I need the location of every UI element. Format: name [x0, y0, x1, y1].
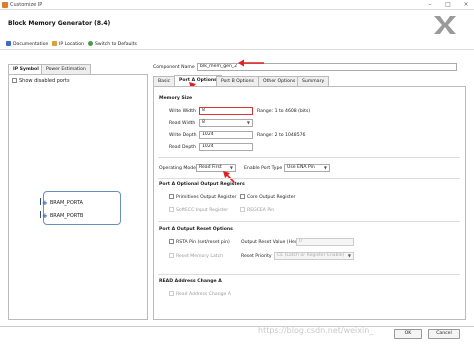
core-output-register-label: Core Output Register: [247, 195, 296, 200]
reset-memory-latch-label: Reset Memory Latch: [176, 254, 224, 259]
cancel-button[interactable]: Cancel: [428, 329, 460, 339]
write-depth-label: Write Depth: [169, 133, 197, 138]
primitives-output-register-checkbox[interactable]: [169, 194, 174, 199]
close-button[interactable]: ×: [458, 0, 474, 10]
annotation-arrow-component: [238, 59, 264, 67]
port-a-bar: [40, 198, 41, 205]
chevron-down-icon: ▼: [347, 253, 351, 258]
window-title: Customize IP: [10, 2, 43, 8]
ip-location-link[interactable]: IP Location: [52, 41, 84, 47]
write-depth-input[interactable]: 1024: [199, 131, 253, 139]
read-address-change-title: READ Address Change A: [159, 279, 222, 284]
write-width-label: Write Width: [169, 109, 196, 114]
softecc-input-register-checkbox[interactable]: [169, 207, 174, 212]
core-output-register-checkbox[interactable]: [240, 194, 245, 199]
enable-port-type-select[interactable]: Use ENA Pin ▼: [284, 164, 330, 172]
ip-location-label: IP Location: [59, 42, 85, 47]
chevron-down-icon: ▼: [323, 165, 327, 170]
write-depth-range: Range: 2 to 1048576: [257, 133, 306, 138]
core-output-register-option[interactable]: Core Output Register: [240, 194, 295, 200]
regcea-pin-label: REGCEA Pin: [247, 208, 275, 213]
reset-memory-latch-checkbox[interactable]: [169, 253, 174, 258]
component-name-label: Component Name: [153, 65, 195, 70]
footer-divider: [0, 326, 474, 327]
port-b-bar: [40, 211, 41, 218]
read-width-label: Read Width: [169, 121, 196, 126]
chevron-down-icon: ▼: [246, 120, 250, 125]
tab-power-estimation[interactable]: Power Estimation: [41, 64, 91, 74]
output-registers-title: Port A Optional Output Registers: [159, 182, 245, 187]
read-address-change-label: Read Address Change A: [176, 292, 231, 297]
documentation-label: Documentation: [13, 42, 49, 47]
show-disabled-ports-checkbox[interactable]: [12, 78, 17, 83]
expand-port-b-icon[interactable]: +: [42, 212, 48, 220]
ok-button[interactable]: OK: [394, 329, 422, 339]
divider: [158, 221, 460, 222]
tab-port-b-options[interactable]: Port B Options: [216, 76, 259, 86]
refresh-icon: [88, 41, 93, 46]
reset-priority-value: CE (Latch or Register Enable): [277, 253, 345, 258]
reset-memory-latch-option[interactable]: Reset Memory Latch: [169, 253, 223, 259]
reset-priority-label: Reset Priority: [241, 254, 272, 259]
title-bar: Customize IP – □ ×: [0, 0, 474, 10]
read-depth-label: Read Depth: [169, 145, 196, 150]
primitives-output-register-label: Primitives Output Register: [176, 195, 237, 200]
documentation-link[interactable]: Documentation: [6, 41, 48, 47]
operating-mode-value: Read First: [199, 165, 222, 170]
write-width-input[interactable]: 8: [199, 107, 253, 115]
folder-icon: [52, 41, 57, 46]
reset-options-title: Port A Output Reset Options: [159, 227, 233, 232]
tab-summary[interactable]: Summary: [297, 76, 330, 86]
read-address-change-option[interactable]: Read Address Change A: [169, 291, 231, 297]
write-width-range: Range: 1 to 4608 (bits): [257, 109, 311, 114]
divider: [158, 157, 460, 158]
rsta-pin-option[interactable]: RSTA Pin (set/reset pin): [169, 239, 230, 245]
output-reset-value-input[interactable]: 0: [296, 238, 354, 246]
primitives-output-register-option[interactable]: Primitives Output Register: [169, 194, 236, 200]
read-address-change-checkbox[interactable]: [169, 291, 174, 296]
regcea-pin-checkbox[interactable]: [240, 207, 245, 212]
expand-port-a-icon[interactable]: +: [42, 199, 48, 207]
read-width-value: 8: [202, 120, 205, 125]
tab-basic[interactable]: Basic: [153, 76, 176, 86]
rsta-pin-label: RSTA Pin (set/reset pin): [176, 240, 230, 245]
regcea-pin-option[interactable]: REGCEA Pin: [240, 207, 274, 213]
port-a-label: BRAM_PORTA: [49, 200, 83, 206]
minimize-button[interactable]: –: [422, 0, 438, 10]
maximize-button[interactable]: □: [440, 0, 456, 10]
switch-defaults-link[interactable]: Switch to Defaults: [88, 41, 137, 47]
divider: [158, 178, 460, 179]
port-b-label: BRAM_PORTB: [49, 213, 84, 219]
switch-defaults-label: Switch to Defaults: [95, 42, 137, 47]
rsta-pin-checkbox[interactable]: [169, 239, 174, 244]
softecc-input-register-option[interactable]: SoftECC Input Register: [169, 207, 228, 213]
divider: [158, 274, 460, 275]
read-width-select[interactable]: 8 ▼: [199, 119, 253, 127]
enable-port-type-value: Use ENA Pin: [287, 165, 315, 170]
ip-symbol-block: + BRAM_PORTA + BRAM_PORTB: [40, 191, 121, 225]
book-icon: [6, 41, 11, 46]
xilinx-logo: [434, 16, 456, 34]
port-b-row[interactable]: + BRAM_PORTB: [40, 211, 83, 220]
operating-mode-label: Operating Mode: [159, 166, 196, 171]
watermark: https://blog.csdn.net/weixin_: [258, 326, 374, 335]
ip-symbol-pane: Show disabled ports + BRAM_PORTA + BRAM_PO…: [8, 74, 148, 320]
enable-port-type-label: Enable Port Type: [244, 166, 283, 171]
read-depth-input[interactable]: 1024: [199, 143, 253, 151]
memory-size-title: Memory Size: [159, 96, 193, 101]
port-a-row[interactable]: + BRAM_PORTA: [40, 198, 83, 207]
app-icon: [2, 2, 8, 8]
output-reset-value-label: Output Reset Value (Hex): [241, 240, 300, 245]
softecc-input-register-label: SoftECC Input Register: [176, 208, 229, 213]
tab-other-options[interactable]: Other Options: [258, 76, 301, 86]
show-disabled-ports-label: Show disabled ports: [19, 78, 70, 84]
reset-priority-select[interactable]: CE (Latch or Register Enable) ▼: [274, 252, 354, 260]
show-disabled-ports-option[interactable]: Show disabled ports: [12, 78, 70, 84]
link-bar: Documentation IP Location Switch to Defa…: [0, 38, 474, 50]
dialog-header: Block Memory Generator (8.4): [0, 10, 474, 38]
ip-title: Block Memory Generator (8.4): [8, 20, 111, 27]
